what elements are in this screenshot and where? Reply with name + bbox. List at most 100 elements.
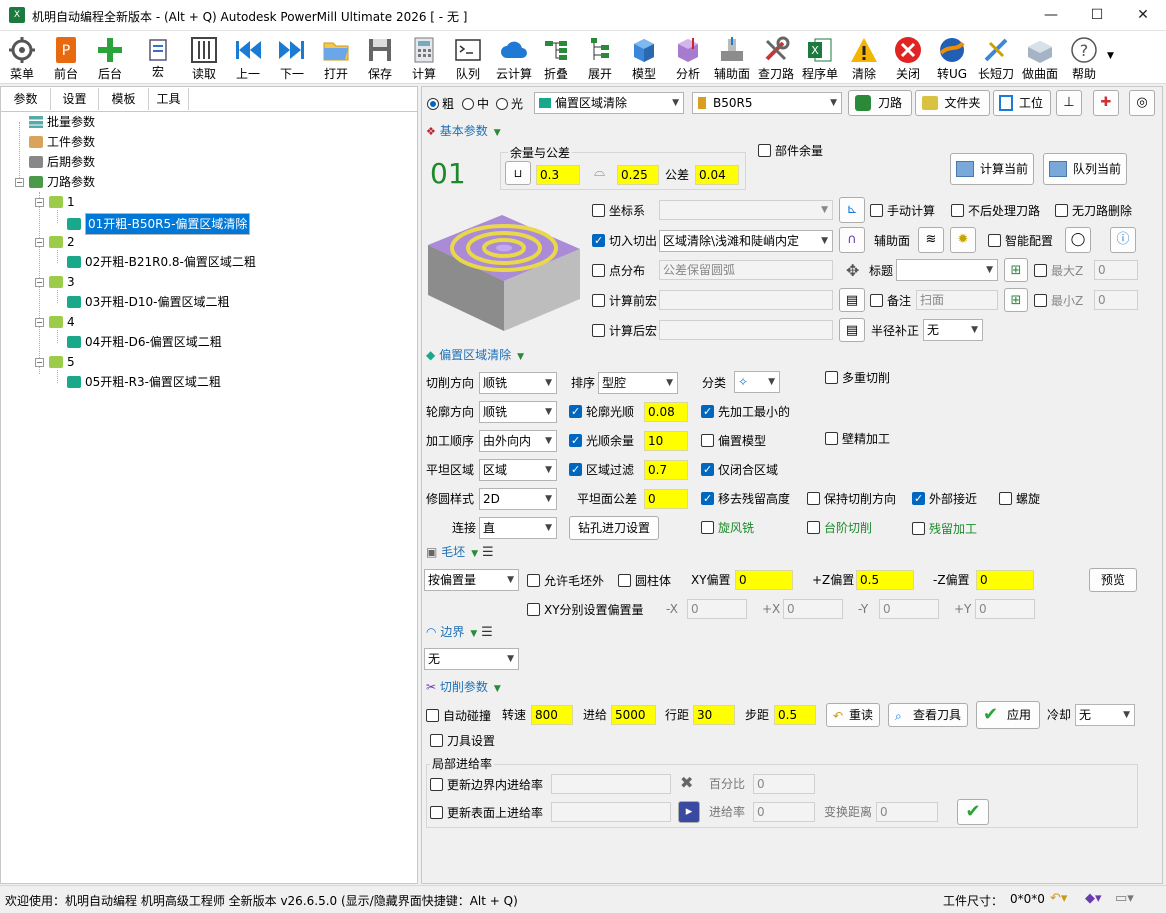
machining-order-select[interactable]: 由外向内 ▼ xyxy=(479,430,557,452)
update-surface-feed-checkbox[interactable]: 更新表面上进给率 xyxy=(430,805,543,821)
keep-direction-checkbox[interactable]: 保持切削方向 xyxy=(807,491,896,507)
note-checkbox[interactable]: 备注 xyxy=(870,293,911,309)
stepdown-input[interactable]: 0.5 xyxy=(774,705,816,725)
add-toolpath-icon[interactable]: ✚ xyxy=(1093,90,1119,116)
tree-group-5[interactable]: 5 xyxy=(49,353,75,371)
cursor-icon[interactable]: ▸ xyxy=(678,801,700,823)
boundary-select[interactable]: 无 ▼ xyxy=(424,648,519,670)
tab-tools[interactable]: 工具 xyxy=(149,88,189,110)
point-distribution-select[interactable]: 公差保留圆弧 xyxy=(659,260,833,280)
coord-system-checkbox[interactable]: 坐标系 xyxy=(592,203,645,219)
magnet-icon[interactable]: ∩ xyxy=(839,227,865,253)
aux-surface-button[interactable]: 辅助面 xyxy=(712,33,752,83)
view-tool-button[interactable]: ⌕ 查看刀具 xyxy=(888,703,968,727)
folder-button[interactable]: 文件夹 xyxy=(915,90,990,116)
apply-button[interactable]: ✔ 应用 xyxy=(976,701,1040,729)
macro-button[interactable]: 宏 xyxy=(142,33,174,83)
min-z-input[interactable]: 0 xyxy=(1094,290,1138,310)
smooth-allowance-checkbox[interactable]: 光顺余量 xyxy=(569,433,634,449)
tool-settings-checkbox[interactable]: 刀具设置 xyxy=(430,733,495,749)
lead-in-out-select[interactable]: 区域清除\浅滩和陡峭内定 ▼ xyxy=(659,230,833,252)
profile-smooth-checkbox[interactable]: 轮廓光顺 xyxy=(569,404,634,420)
min-first-checkbox[interactable]: 先加工最小的 xyxy=(701,404,790,420)
cylinder-checkbox[interactable]: 圆柱体 xyxy=(618,573,671,589)
surface-feed-select[interactable] xyxy=(551,802,671,822)
tree-toolpath-item[interactable]: 05开粗-R3-偏置区域二粗 xyxy=(67,373,221,391)
spindle-speed-input[interactable]: 800 xyxy=(531,705,573,725)
sort-select[interactable]: 型腔 ▼ xyxy=(598,372,678,394)
read-button[interactable]: 读取 xyxy=(186,33,222,83)
program-sheet-button[interactable]: X 程序单 xyxy=(800,33,840,83)
stock-mode-select[interactable]: 按偏置量 ▼ xyxy=(424,569,519,591)
allow-outside-stock-checkbox[interactable]: 允许毛坯外 xyxy=(527,573,604,589)
toolbar-overflow-icon[interactable]: ▼ xyxy=(1107,51,1114,61)
add-title-icon[interactable]: ⊞ xyxy=(1004,258,1028,282)
rest-machining-checkbox[interactable]: 残留加工 xyxy=(912,521,977,537)
outer-approach-checkbox[interactable]: 外部接近 xyxy=(912,491,977,507)
flat-area-select[interactable]: 区域 ▼ xyxy=(479,459,557,481)
background-button[interactable]: 后台 xyxy=(92,33,128,83)
macro-file-icon[interactable]: ▤ xyxy=(839,288,865,312)
workplane-button[interactable]: 工位 xyxy=(993,90,1051,116)
tab-params[interactable]: 参数 xyxy=(1,88,51,110)
tree-toolpath-params[interactable]: 刀路参数 xyxy=(29,173,95,191)
boundary-feed-select[interactable] xyxy=(551,774,671,794)
queue-button[interactable]: 队列 xyxy=(450,33,486,83)
smart-config-icon[interactable]: ◯ xyxy=(1065,227,1091,253)
queue-current-button[interactable]: 队列当前 xyxy=(1043,153,1127,185)
post-macro-checkbox[interactable]: 计算后宏 xyxy=(592,323,657,339)
boundary-header[interactable]: ◠ 边界 ▼ ☰ xyxy=(426,624,493,642)
tree-post-params[interactable]: 后期参数 xyxy=(29,153,95,171)
xy-offset-input[interactable]: 0 xyxy=(735,570,793,590)
feedrate-input[interactable]: 0 xyxy=(753,802,815,822)
point-distribution-checkbox[interactable]: 点分布 xyxy=(592,263,645,279)
profile-smooth-input[interactable]: 0.08 xyxy=(644,402,688,422)
ring-icon[interactable]: ◎ xyxy=(1129,90,1155,116)
wall-finish-checkbox[interactable]: 壁精加工 xyxy=(825,431,890,447)
stock-header[interactable]: ▣ 毛坯 ▼ ☰ xyxy=(426,544,494,562)
model-button[interactable]: 模型 xyxy=(626,33,662,83)
tree-toolpath-item[interactable]: 01开粗-B50R5-偏置区域清除 xyxy=(67,213,251,235)
minus-y-input[interactable]: 0 xyxy=(879,599,939,619)
multi-cut-checkbox[interactable]: 多重切削 xyxy=(825,370,890,386)
coord-system-select[interactable]: ▼ xyxy=(659,200,833,220)
area-filter-checkbox[interactable]: 区域过滤 xyxy=(569,462,634,478)
pre-macro-checkbox[interactable]: 计算前宏 xyxy=(592,293,657,309)
tolerance-input[interactable]: 0.04 xyxy=(695,165,739,185)
plus-y-input[interactable]: 0 xyxy=(975,599,1035,619)
plus-x-input[interactable]: 0 xyxy=(783,599,843,619)
fillet-style-select[interactable]: 2D ▼ xyxy=(479,488,557,510)
tree-workpiece-params[interactable]: 工件参数 xyxy=(29,133,95,151)
previous-button[interactable]: 上一 xyxy=(230,33,266,83)
radio-finish[interactable]: 光 xyxy=(496,96,523,112)
no-post-checkbox[interactable]: 不后处理刀路 xyxy=(951,203,1040,219)
open-button[interactable]: 打开 xyxy=(318,33,354,83)
tree-group-2[interactable]: 2 xyxy=(49,233,75,251)
plus-z-offset-input[interactable]: 0.5 xyxy=(856,570,914,590)
smart-config-checkbox[interactable]: 智能配置 xyxy=(988,233,1053,249)
toolpath-button[interactable]: 刀路 xyxy=(848,90,912,116)
menu-button[interactable]: 菜单 xyxy=(4,33,40,83)
xy-separate-checkbox[interactable]: XY分别设置偏置量 xyxy=(527,602,644,618)
connect-select[interactable]: 直 ▼ xyxy=(479,517,557,539)
check-toolpath-button[interactable]: 查刀路 xyxy=(756,33,796,83)
coolant-select[interactable]: 无 ▼ xyxy=(1075,704,1135,726)
folder-status-icon[interactable]: ▭▾ xyxy=(1115,891,1134,906)
calculate-button[interactable]: 计算 xyxy=(406,33,442,83)
expand-toolpath-icon[interactable]: − xyxy=(15,178,24,187)
tree-toolpath-item[interactable]: 02开粗-B21R0.8-偏置区域二粗 xyxy=(67,253,256,271)
preview-button[interactable]: 预览 xyxy=(1089,568,1137,592)
calc-current-button[interactable]: 计算当前 xyxy=(950,153,1034,185)
trochoid-checkbox[interactable]: 旋风铣 xyxy=(701,520,754,536)
pre-macro-select[interactable] xyxy=(659,290,833,310)
foreground-button[interactable]: P 前台 xyxy=(48,33,84,83)
bottom-allowance-input[interactable]: 0.25 xyxy=(617,165,659,185)
part-allowance-checkbox[interactable]: 部件余量 xyxy=(758,143,823,159)
info-icon[interactable]: ⓘ xyxy=(1110,227,1136,253)
expand-group-icon[interactable]: − xyxy=(35,198,44,207)
stepover-input[interactable]: 30 xyxy=(693,705,735,725)
closed-only-checkbox[interactable]: 仅闭合区域 xyxy=(701,462,778,478)
long-short-tool-button[interactable]: 长短刀 xyxy=(976,33,1016,83)
max-z-checkbox[interactable]: 最大Z xyxy=(1034,263,1083,279)
view-cube-icon[interactable]: ◆▾ xyxy=(1085,891,1102,906)
